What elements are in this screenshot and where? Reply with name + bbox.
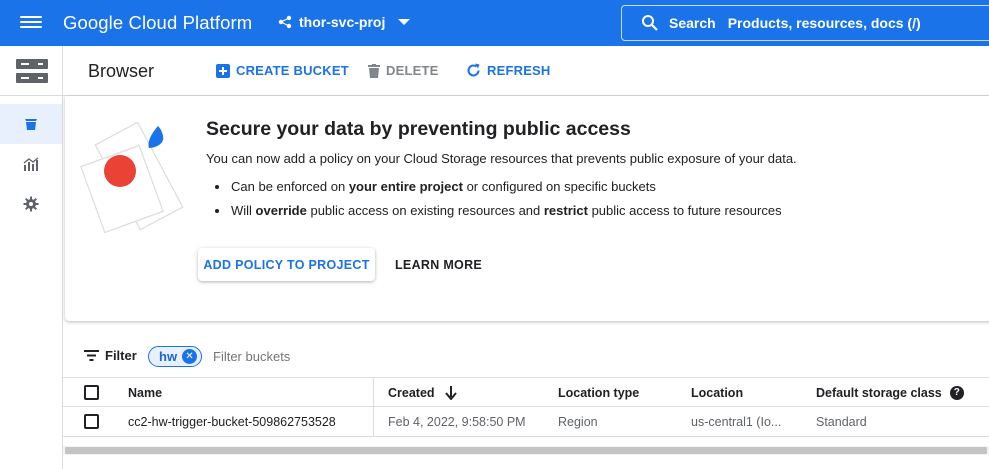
filter-bar: Filter hw ✕ bbox=[63, 340, 989, 374]
promo-title: Secure your data by preventing public ac… bbox=[206, 118, 631, 140]
column-header-created-label: Created bbox=[388, 385, 435, 400]
nav-item-monitoring[interactable] bbox=[0, 144, 62, 184]
refresh-button[interactable]: REFRESH bbox=[466, 63, 551, 78]
filter-label: Filter bbox=[105, 348, 137, 363]
promo-bullet-2: Will override public access on existing … bbox=[215, 203, 782, 218]
bucket-location-type: Region bbox=[558, 414, 598, 429]
select-all-checkbox-cell bbox=[84, 378, 99, 407]
create-bucket-label: CREATE BUCKET bbox=[236, 63, 349, 78]
nav-item-settings[interactable] bbox=[0, 184, 62, 224]
dropdown-caret-icon bbox=[398, 19, 411, 25]
filter-toggle[interactable]: Filter bbox=[84, 348, 137, 363]
add-box-icon bbox=[216, 63, 230, 78]
filter-chip-label: hw bbox=[159, 349, 178, 364]
chip-close-icon[interactable]: ✕ bbox=[182, 349, 198, 364]
add-policy-button[interactable]: ADD POLICY TO PROJECT bbox=[198, 248, 375, 281]
search-box[interactable]: Search Products, resources, docs (/) bbox=[621, 5, 989, 41]
delete-label: DELETE bbox=[386, 63, 439, 78]
public-access-promo-card: Secure your data by preventing public ac… bbox=[65, 96, 989, 321]
column-header-created[interactable]: Created bbox=[388, 378, 457, 407]
refresh-icon bbox=[467, 63, 480, 77]
bucket-icon bbox=[25, 119, 37, 130]
column-header-storage-class[interactable]: Default storage class ? bbox=[816, 378, 964, 407]
sort-descending-arrow-icon bbox=[444, 385, 457, 400]
bucket-name-link[interactable]: cc2-hw-trigger-bucket-509862753528 bbox=[128, 407, 336, 436]
table-header-row: Name Created Location type Location Defa… bbox=[63, 377, 989, 407]
learn-more-button[interactable]: LEARN MORE bbox=[395, 248, 482, 281]
table-row[interactable]: cc2-hw-trigger-bucket-509862753528 Feb 4… bbox=[63, 407, 989, 437]
bucket-location: us-central1 (Io... bbox=[691, 414, 782, 429]
row-checkbox[interactable] bbox=[84, 414, 99, 429]
gear-icon bbox=[23, 196, 39, 212]
select-all-checkbox[interactable] bbox=[84, 385, 99, 400]
nav-item-browser[interactable] bbox=[0, 104, 62, 144]
project-hub-icon bbox=[278, 15, 292, 29]
bucket-created: Feb 4, 2022, 9:58:50 PM bbox=[388, 414, 526, 429]
promo-bullets: Can be enforced on your entire project o… bbox=[215, 179, 782, 227]
refresh-label: REFRESH bbox=[487, 63, 551, 78]
promo-bullet-1: Can be enforced on your entire project o… bbox=[215, 179, 782, 194]
row-checkbox-cell bbox=[84, 407, 99, 436]
create-bucket-button[interactable]: CREATE BUCKET bbox=[216, 63, 349, 78]
chart-icon bbox=[23, 157, 39, 171]
filter-chip[interactable]: hw ✕ bbox=[148, 346, 203, 367]
horizontal-scrollbar[interactable] bbox=[63, 446, 989, 455]
filter-list-icon bbox=[84, 350, 99, 361]
project-name: thor-svc-proj bbox=[299, 14, 386, 30]
trash-icon bbox=[368, 63, 380, 78]
scrollbar-thumb[interactable] bbox=[65, 447, 987, 454]
bucket-storage-class: Standard bbox=[816, 414, 867, 429]
filter-buckets-input[interactable] bbox=[213, 349, 413, 364]
storage-product-header bbox=[0, 46, 63, 96]
search-label: Search bbox=[669, 15, 716, 31]
page-toolbar: Browser CREATE BUCKET DELETE REFRESH bbox=[63, 46, 989, 96]
hamburger-menu-icon[interactable] bbox=[20, 13, 42, 33]
left-nav-rail bbox=[0, 46, 63, 469]
promo-description: You can now add a policy on your Cloud S… bbox=[206, 151, 797, 166]
top-app-bar: Google Cloud Platform thor-svc-proj Sear… bbox=[0, 0, 989, 46]
column-header-location-type[interactable]: Location type bbox=[558, 378, 639, 407]
storage-product-icon[interactable] bbox=[16, 59, 48, 83]
column-header-name[interactable]: Name bbox=[128, 378, 162, 407]
product-title[interactable]: Google Cloud Platform bbox=[63, 12, 252, 34]
project-selector[interactable]: thor-svc-proj bbox=[278, 14, 411, 30]
help-icon[interactable]: ? bbox=[949, 385, 964, 400]
search-placeholder: Products, resources, docs (/) bbox=[727, 15, 921, 31]
delete-button[interactable]: DELETE bbox=[368, 63, 438, 78]
column-header-storage-class-label: Default storage class bbox=[816, 385, 942, 400]
column-header-location[interactable]: Location bbox=[691, 378, 743, 407]
search-icon bbox=[642, 15, 658, 31]
security-illustration bbox=[80, 121, 184, 234]
page-title: Browser bbox=[88, 61, 155, 81]
